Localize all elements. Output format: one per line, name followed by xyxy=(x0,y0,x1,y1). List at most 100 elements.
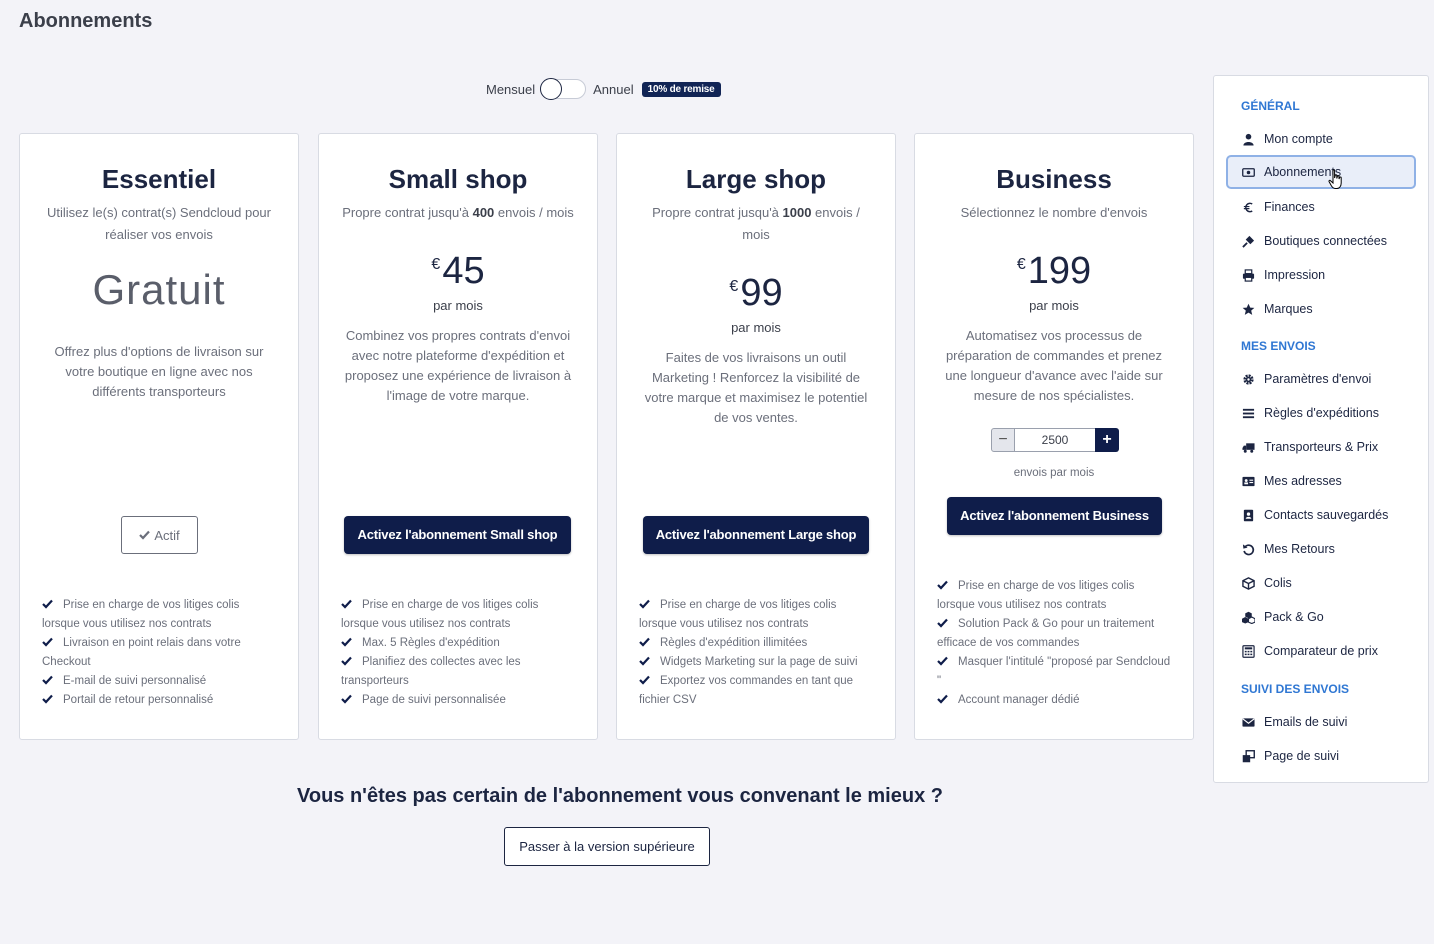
plan-price: €199 xyxy=(915,250,1193,293)
plan-subtitle: Sélectionnez le nombre d'envois xyxy=(960,205,1148,220)
external-window-icon xyxy=(1241,749,1255,763)
sidebar-item-mon-compte[interactable]: Mon compte xyxy=(1226,122,1416,156)
monthly-label: Mensuel xyxy=(486,81,536,97)
increment-button[interactable]: + xyxy=(1095,428,1119,452)
feature-item: Page de suivi personnalisée xyxy=(341,691,579,710)
sidebar-item-label: Comparateur de prix xyxy=(1264,644,1378,658)
plan-card-business: Business Sélectionnez le nombre d'envois… xyxy=(914,133,1194,740)
decrement-button[interactable]: − xyxy=(991,428,1015,452)
discount-badge: 10% de remise xyxy=(641,81,721,97)
sidebar-item-finances[interactable]: Finances xyxy=(1226,190,1416,224)
plan-card-large-shop: Large shop Propre contrat jusqu'à 1000 e… xyxy=(616,133,896,740)
plan-card-small-shop: Small shop Propre contrat jusqu'à 400 en… xyxy=(318,133,598,740)
calculator-icon xyxy=(1241,644,1255,658)
sidebar-item-marques[interactable]: Marques xyxy=(1226,292,1416,326)
plan-subtitle: Propre contrat jusqu'à 400 envois / mois xyxy=(342,205,574,220)
star-icon xyxy=(1241,302,1255,316)
shipment-quantity-input[interactable]: 2500 xyxy=(1015,428,1095,452)
price-period: par mois xyxy=(1029,298,1079,313)
plan-description: Offrez plus d'options de livraison sur v… xyxy=(54,344,264,399)
sidebar-item-page-de-suivi[interactable]: Page de suivi xyxy=(1226,739,1416,773)
check-icon xyxy=(42,635,53,647)
feature-item: Règles d'expédition illimitées xyxy=(639,634,877,653)
money-icon xyxy=(1241,165,1255,179)
check-icon xyxy=(937,616,948,628)
feature-text: Prise en charge de vos litiges colis lor… xyxy=(639,599,837,630)
sidebar-item-boutiques-connectees[interactable]: Boutiques connectées xyxy=(1226,224,1416,258)
check-icon xyxy=(341,635,352,647)
sidebar-item-transporteurs-prix[interactable]: Transporteurs & Prix xyxy=(1226,430,1416,464)
feature-text: Account manager dédié xyxy=(958,694,1080,706)
gear-icon xyxy=(1241,372,1255,386)
envelope-icon xyxy=(1241,715,1255,729)
feature-text: Page de suivi personnalisée xyxy=(362,694,506,706)
currency-symbol: € xyxy=(431,256,441,273)
page-title: Abonnements xyxy=(19,10,153,32)
sidebar-item-comparateur-prix[interactable]: Comparateur de prix xyxy=(1226,634,1416,668)
plan-subtitle: Utilisez le(s) contrat(s) Sendcloud pour… xyxy=(47,205,271,242)
check-icon xyxy=(42,673,53,685)
euro-icon xyxy=(1241,200,1255,214)
check-icon xyxy=(341,692,352,704)
feature-text: Prise en charge de vos litiges colis lor… xyxy=(42,599,240,630)
sidebar-item-label: Contacts sauvegardés xyxy=(1264,508,1389,522)
user-icon xyxy=(1241,132,1255,146)
boxes-icon xyxy=(1241,610,1255,624)
sidebar-item-pack-go[interactable]: Pack & Go xyxy=(1226,600,1416,634)
help-question: Vous n'êtes pas certain de l'abonnement … xyxy=(297,785,943,807)
list-icon xyxy=(1241,406,1255,420)
upgrade-button[interactable]: Passer à la version supérieure xyxy=(504,827,710,866)
feature-item: Prise en charge de vos litiges colis lor… xyxy=(937,577,1175,615)
sidebar-section-mes-envois: MES ENVOIS xyxy=(1241,339,1316,353)
settings-sidebar: GÉNÉRAL Mon compte Abonnements Finances … xyxy=(1213,75,1429,783)
sidebar-item-label: Colis xyxy=(1264,576,1292,590)
sidebar-item-emails-de-suivi[interactable]: Emails de suivi xyxy=(1226,705,1416,739)
feature-list: Prise en charge de vos litiges colis lor… xyxy=(639,596,877,710)
check-icon xyxy=(341,654,352,666)
sidebar-item-abonnements[interactable]: Abonnements xyxy=(1226,155,1416,189)
price-amount: 99 xyxy=(740,272,783,314)
sidebar-item-label: Impression xyxy=(1264,268,1326,282)
currency-symbol: € xyxy=(729,278,739,295)
check-icon xyxy=(42,597,53,609)
billing-toggle-switch[interactable] xyxy=(540,78,587,100)
feature-text: E-mail de suivi personnalisé xyxy=(63,675,207,687)
feature-item: Widgets Marketing sur la page de suivi xyxy=(639,653,877,672)
feature-text: Livraison en point relais dans votre Che… xyxy=(42,637,241,668)
sidebar-item-parametres-envoi[interactable]: Paramètres d'envoi xyxy=(1226,362,1416,396)
feature-item: E-mail de suivi personnalisé xyxy=(42,672,280,691)
active-plan-button[interactable]: Actif xyxy=(121,516,198,554)
sidebar-item-mes-retours[interactable]: Mes Retours xyxy=(1226,532,1416,566)
sidebar-item-impression[interactable]: Impression xyxy=(1226,258,1416,292)
activate-business-button[interactable]: Activez l'abonnement Business xyxy=(947,497,1162,535)
check-icon xyxy=(42,692,53,704)
sidebar-item-label: Mon compte xyxy=(1264,132,1333,146)
plan-title: Essentiel xyxy=(101,164,217,194)
price-period: par mois xyxy=(433,298,483,313)
plan-title: Large shop xyxy=(685,164,827,194)
activate-small-shop-button[interactable]: Activez l'abonnement Small shop xyxy=(344,516,571,554)
feature-text: Widgets Marketing sur la page de suivi xyxy=(660,656,858,668)
price-amount: 45 xyxy=(442,250,485,292)
feature-text: Max. 5 Règles d'expédition xyxy=(362,637,500,649)
check-icon xyxy=(639,597,650,609)
sidebar-item-mes-adresses[interactable]: Mes adresses xyxy=(1226,464,1416,498)
sidebar-item-colis[interactable]: Colis xyxy=(1226,566,1416,600)
feature-item: Prise en charge de vos litiges colis lor… xyxy=(341,596,579,634)
active-plan-label: Actif xyxy=(154,527,180,543)
hand-cursor-icon xyxy=(1328,169,1344,196)
feature-item: Masquer l'intitulé "proposé par Sendclou… xyxy=(937,653,1175,691)
price-period: par mois xyxy=(731,320,781,335)
printer-icon xyxy=(1241,268,1255,282)
feature-list: Prise en charge de vos litiges colis lor… xyxy=(937,577,1175,710)
sidebar-item-regles-expeditions[interactable]: Règles d'expéditions xyxy=(1226,396,1416,430)
feature-item: Max. 5 Règles d'expédition xyxy=(341,634,579,653)
sidebar-item-contacts-sauvegardes[interactable]: Contacts sauvegardés xyxy=(1226,498,1416,532)
sidebar-item-label: Emails de suivi xyxy=(1264,715,1348,729)
billing-period-toggle-group: Mensuel Annuel 10% de remise xyxy=(486,78,721,100)
plan-description: Faites de vos livraisons un outil Market… xyxy=(644,350,868,425)
feature-text: Prise en charge de vos litiges colis lor… xyxy=(341,599,539,630)
address-card-icon xyxy=(1241,474,1255,488)
activate-large-shop-button[interactable]: Activez l'abonnement Large shop xyxy=(643,516,869,554)
check-icon xyxy=(639,673,650,685)
